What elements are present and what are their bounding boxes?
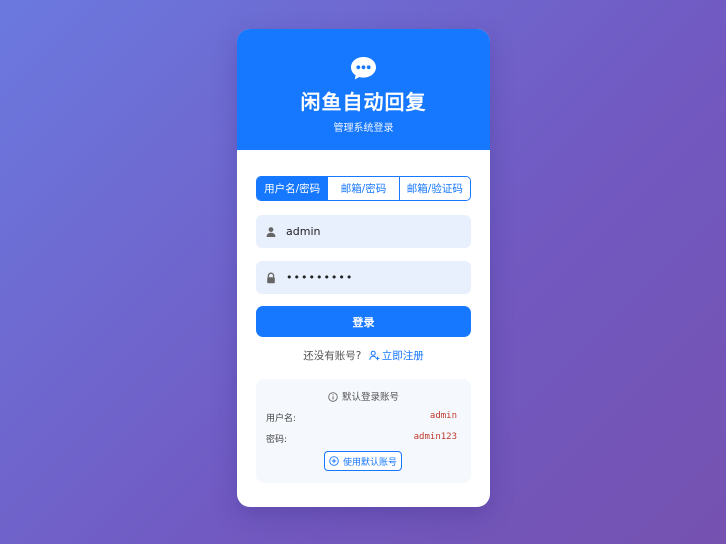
default-username-label: 用户名: (266, 414, 297, 424)
register-link-label: 立即注册 (381, 350, 424, 362)
register-link[interactable]: 立即注册 (365, 350, 424, 362)
default-password-value: admin123 (413, 432, 457, 442)
tab-username-password[interactable]: 用户名/密码 (257, 177, 328, 200)
app-title: 闲鱼自动回复 (300, 90, 427, 114)
default-account-panel: 默认登录账号 用户名: admin 密码: admin123 使用默认账号 (256, 379, 471, 483)
username-field[interactable] (256, 215, 471, 248)
default-username-value: admin (429, 411, 457, 421)
password-field[interactable] (256, 261, 471, 294)
tab-email-password[interactable]: 邮箱/密码 (327, 177, 399, 200)
plus-circle-icon (329, 456, 339, 466)
register-prompt: 还没有账号? (303, 350, 362, 362)
default-password-label: 密码: (266, 435, 288, 445)
use-default-account-button[interactable]: 使用默认账号 (324, 451, 402, 471)
add-user-icon (369, 350, 380, 361)
register-prompt-line: 还没有账号? 立即注册 (237, 348, 490, 363)
login-method-tabs: 用户名/密码 邮箱/密码 邮箱/验证码 (256, 176, 471, 201)
info-icon (328, 392, 338, 402)
login-button[interactable]: 登录 (256, 306, 471, 337)
default-account-title-text: 默认登录账号 (341, 392, 399, 403)
app-subtitle: 管理系统登录 (333, 123, 394, 134)
password-input[interactable] (286, 271, 456, 284)
login-card: 闲鱼自动回复 管理系统登录 用户名/密码 邮箱/密码 邮箱/验证码 登录 还没有… (237, 29, 490, 507)
chat-bubble-icon (351, 57, 376, 80)
use-default-account-label: 使用默认账号 (342, 457, 397, 468)
default-account-title: 默认登录账号 (256, 389, 471, 403)
lock-icon (267, 272, 275, 283)
login-header: 闲鱼自动回复 管理系统登录 (237, 29, 490, 150)
tab-email-code[interactable]: 邮箱/验证码 (398, 177, 470, 200)
username-input[interactable] (286, 225, 456, 238)
user-icon (266, 226, 276, 237)
